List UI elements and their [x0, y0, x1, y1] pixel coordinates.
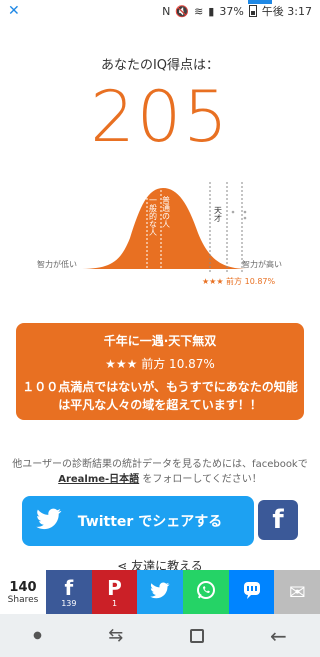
battery-icon	[248, 5, 257, 17]
low-intelligence-label: 智力が低い	[37, 260, 77, 269]
high-intelligence-label: 智力が高い	[242, 260, 282, 269]
facebook-count: 139	[61, 598, 77, 608]
line-icon	[242, 580, 262, 604]
share-note-text: 他ユーザーの診断結果の統計データを見るためには、facebookで	[12, 459, 308, 470]
share-facebook-button[interactable]: f 139	[46, 570, 92, 614]
recent-apps-icon[interactable]: ⇆	[108, 625, 123, 646]
result-rank: ★★★ 前方 10.87%	[105, 357, 215, 371]
clock: 午後 3:17	[261, 5, 312, 18]
center-label-1: 普通の人	[162, 195, 171, 228]
iq-score: 205	[90, 76, 230, 158]
share-note: 他ユーザーの診断結果の統計データを見るためには、facebookで Arealm…	[10, 457, 310, 487]
dot-1	[243, 210, 247, 214]
facebook-icon: f	[64, 575, 74, 600]
signal-icon: ▮	[208, 4, 215, 18]
share-email-button[interactable]: ✉	[274, 570, 320, 614]
home-icon[interactable]	[189, 628, 204, 643]
share-count-label: Shares	[7, 594, 39, 605]
result-title: 千年に一遇·天下無双	[103, 334, 217, 348]
dot-3	[231, 210, 235, 214]
status-bar: ✕ N 🔇 ≋ ▮ 37% 午後 3:17	[0, 0, 320, 22]
pinterest-icon: P	[107, 575, 122, 600]
arealme-link[interactable]: Arealme-日本語	[58, 474, 139, 485]
pinterest-count: 1	[111, 598, 118, 608]
top-tab-indicator	[248, 0, 272, 4]
battery-percent: 37%	[219, 4, 244, 18]
share-whatsapp-button[interactable]	[183, 570, 229, 614]
email-icon: ✉	[288, 580, 306, 604]
facebook-share-button[interactable]: f	[258, 500, 298, 540]
mute-icon: 🔇	[175, 4, 190, 18]
twitter-share-label: Twitter でシェアする	[77, 514, 223, 530]
rank-label: ★★★ 前方 10.87%	[202, 277, 276, 286]
result-box: 千年に一遇·天下無双 ★★★ 前方 10.87% １００点満点ではないが、もうす…	[16, 323, 304, 420]
dot-2	[243, 216, 247, 220]
nfc-icon: N	[162, 4, 171, 18]
distribution-curve: 普通の人 一般的な人 天才	[0, 168, 320, 288]
twitter-bird-icon	[36, 508, 66, 534]
genius-label: 天才	[214, 206, 223, 223]
share-twitter-button[interactable]	[137, 570, 184, 614]
center-label-2: 一般的な人	[149, 196, 158, 236]
twitter-share-button[interactable]: Twitter でシェアする	[22, 496, 254, 546]
share-count-number: 140	[9, 579, 37, 595]
system-nav-bar: ● ⇆ ←	[0, 614, 320, 657]
close-icon[interactable]: ✕	[8, 3, 20, 19]
share-pinterest-button[interactable]: P 1	[91, 570, 138, 614]
iq-heading: あなたのIQ得点は：	[100, 58, 220, 73]
whatsapp-icon	[196, 580, 216, 604]
share-line-button[interactable]	[228, 570, 275, 614]
social-share-bar: 140 Shares f 139 P 1 ✉	[0, 570, 320, 614]
facebook-icon: f	[272, 505, 284, 535]
dot-indicator-icon: ●	[33, 630, 42, 641]
share-count: 140 Shares	[0, 570, 46, 614]
twitter-icon	[150, 581, 170, 603]
wifi-icon: ≋	[194, 4, 204, 18]
back-icon[interactable]: ←	[270, 624, 287, 648]
share-note-text-after: をフォローしてください！	[139, 474, 262, 485]
result-description: １００点満点ではないが、もうすでにあなたの知能は平凡な人々の域を超えています！！	[22, 380, 298, 412]
